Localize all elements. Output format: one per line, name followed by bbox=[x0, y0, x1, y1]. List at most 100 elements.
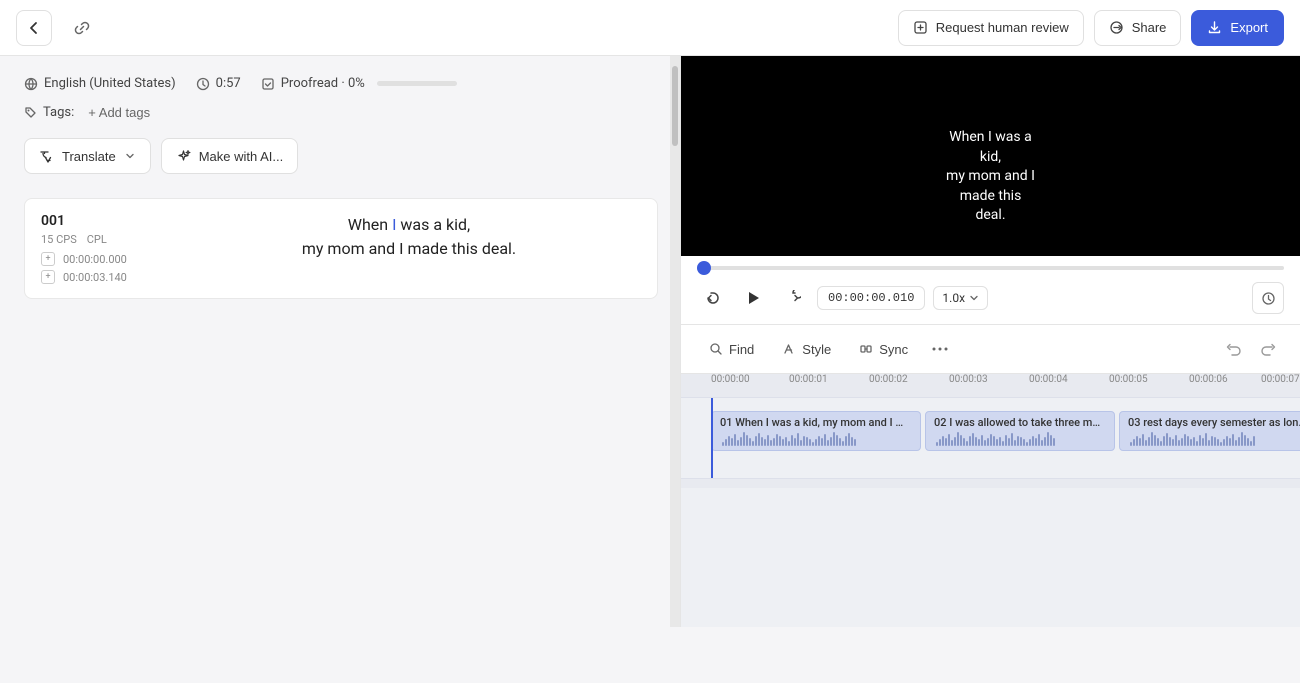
video-subtitle-line3: my mom and I bbox=[946, 168, 1035, 184]
tags-label: Tags: bbox=[24, 105, 74, 120]
subtitle-text-before: When bbox=[348, 215, 392, 234]
timeline-tracks: 01 When I was a kid, my mom and I made t… bbox=[681, 398, 1300, 478]
playback-controls: 00:00:00.010 1.0x bbox=[681, 276, 1300, 324]
timeline-scrollbar[interactable] bbox=[681, 478, 1300, 488]
redo-icon bbox=[1260, 341, 1276, 357]
main-container: English (United States) 0:57 Proofread ·… bbox=[0, 56, 1300, 627]
style-button[interactable]: Style bbox=[770, 336, 843, 363]
export-label: Export bbox=[1230, 20, 1268, 35]
sync-button[interactable]: Sync bbox=[847, 336, 920, 363]
metadata-section: English (United States) 0:57 Proofread ·… bbox=[0, 56, 680, 138]
translate-label: Translate bbox=[62, 149, 116, 164]
proofread-bar bbox=[377, 81, 457, 86]
subtitle-times: + 00:00:00.000 + 00:00:03.140 bbox=[41, 252, 161, 284]
subtitle-content[interactable]: When I was a kid, my mom and I made this… bbox=[177, 213, 641, 261]
tags-row: Tags: + Add tags bbox=[24, 103, 656, 122]
subtitle-number: 001 bbox=[41, 213, 161, 229]
ruler-mark-0: 00:00:00 bbox=[711, 374, 750, 385]
speed-chevron-icon bbox=[969, 293, 979, 303]
ruler-mark-1: 00:00:01 bbox=[789, 374, 828, 385]
ruler-mark-6: 00:00:06 bbox=[1189, 374, 1228, 385]
speed-selector[interactable]: 1.0x bbox=[933, 286, 988, 310]
start-time: 00:00:00.000 bbox=[63, 253, 127, 266]
clock-button[interactable] bbox=[1252, 282, 1284, 314]
end-time: 00:00:03.140 bbox=[63, 271, 127, 284]
subtitle-text[interactable]: When I was a kid, my mom and I made this… bbox=[177, 213, 641, 261]
ruler-mark-5: 00:00:05 bbox=[1109, 374, 1148, 385]
cps-label: 15 CPS bbox=[41, 233, 77, 246]
track-clip-3[interactable]: 03 rest days every semester as long as d… bbox=[1119, 411, 1300, 451]
share-button[interactable]: Share bbox=[1094, 10, 1182, 46]
make-ai-button[interactable]: Make with AI... bbox=[161, 138, 299, 174]
time-display: 00:00:00.010 bbox=[817, 286, 925, 310]
fast-forward-button[interactable] bbox=[777, 282, 809, 314]
ruler-mark-3: 00:00:03 bbox=[949, 374, 988, 385]
timeline-ruler: 00:00:00 00:00:01 00:00:02 00:00:03 00:0… bbox=[681, 374, 1300, 398]
end-time-row: + 00:00:03.140 bbox=[41, 270, 161, 284]
make-ai-label: Make with AI... bbox=[199, 149, 284, 164]
rewind-button[interactable] bbox=[697, 282, 729, 314]
undo-icon bbox=[1226, 341, 1242, 357]
subtitle-row: 001 15 CPS CPL + 00:00:00.000 + 00:00:03… bbox=[24, 198, 658, 299]
left-scrollbar[interactable] bbox=[670, 56, 680, 627]
undo-redo bbox=[1218, 333, 1284, 365]
redo-button[interactable] bbox=[1252, 333, 1284, 365]
right-panel: When I was a kid, my mom and I made this… bbox=[680, 56, 1300, 627]
subtitle-meta: 001 15 CPS CPL + 00:00:00.000 + 00:00:03… bbox=[41, 213, 161, 284]
style-label: Style bbox=[802, 342, 831, 357]
play-button[interactable] bbox=[737, 282, 769, 314]
clip-2-wave bbox=[934, 429, 1106, 446]
find-button[interactable]: Find bbox=[697, 336, 766, 363]
wave-bars-1 bbox=[720, 429, 912, 446]
track-clip-1[interactable]: 01 When I was a kid, my mom and I made t… bbox=[711, 411, 921, 451]
add-tags-button[interactable]: + Add tags bbox=[82, 103, 156, 122]
scrollbar-thumb bbox=[672, 66, 678, 146]
timeline-container[interactable]: 00:00:00 00:00:01 00:00:02 00:00:03 00:0… bbox=[681, 374, 1300, 627]
action-buttons: Translate Make with AI... bbox=[0, 138, 680, 194]
more-button[interactable] bbox=[924, 333, 956, 365]
language-label: English (United States) bbox=[44, 76, 176, 91]
search-icon bbox=[709, 342, 723, 356]
video-subtitle-line2: kid, bbox=[980, 149, 1001, 165]
find-label: Find bbox=[729, 342, 754, 357]
undo-button[interactable] bbox=[1218, 333, 1250, 365]
clip-3-label: 03 rest days every semester as long as d… bbox=[1128, 416, 1300, 429]
request-review-button[interactable]: Request human review bbox=[898, 10, 1084, 46]
clip-2-label: 02 I was allowed to take three mental he… bbox=[934, 416, 1106, 429]
sparkle-icon bbox=[176, 149, 191, 164]
clip-3-wave bbox=[1128, 429, 1300, 446]
progress-dot[interactable] bbox=[697, 261, 711, 275]
cpl-label: CPL bbox=[87, 233, 107, 246]
ruler-mark-2: 00:00:02 bbox=[869, 374, 908, 385]
track-clip-2[interactable]: 02 I was allowed to take three mental he… bbox=[925, 411, 1115, 451]
back-button[interactable] bbox=[16, 10, 52, 46]
subtitle-text-line2: my mom and I made this deal. bbox=[302, 239, 516, 258]
tool-bar: Find Style Sync bbox=[681, 324, 1300, 374]
add-end-button[interactable]: + bbox=[41, 270, 55, 284]
export-button[interactable]: Export bbox=[1191, 10, 1284, 46]
start-time-row: + 00:00:00.000 bbox=[41, 252, 161, 266]
ruler-labels: 00:00:00 00:00:01 00:00:02 00:00:03 00:0… bbox=[681, 374, 1300, 397]
video-subtitle-line5: deal. bbox=[975, 207, 1005, 223]
share-label: Share bbox=[1132, 20, 1167, 35]
meta-row: English (United States) 0:57 Proofread ·… bbox=[24, 76, 656, 91]
progress-bar-track[interactable] bbox=[697, 266, 1284, 270]
header: Request human review Share Export bbox=[0, 0, 1300, 56]
duration-label: 0:57 bbox=[216, 76, 241, 91]
timeline-track-1: 01 When I was a kid, my mom and I made t… bbox=[681, 406, 1300, 456]
link-button[interactable] bbox=[64, 10, 100, 46]
header-left bbox=[16, 10, 100, 46]
header-right: Request human review Share Export bbox=[898, 10, 1284, 46]
translate-button[interactable]: Translate bbox=[24, 138, 151, 174]
clip-1-wave bbox=[720, 429, 912, 446]
progress-area[interactable] bbox=[681, 256, 1300, 276]
sync-icon bbox=[859, 342, 873, 356]
add-start-button[interactable]: + bbox=[41, 252, 55, 266]
add-tags-label: + Add tags bbox=[88, 105, 150, 120]
ruler-mark-7: 00:00:07 bbox=[1261, 374, 1300, 385]
more-icon bbox=[932, 347, 948, 351]
video-container: When I was a kid, my mom and I made this… bbox=[681, 56, 1300, 256]
request-review-label: Request human review bbox=[936, 20, 1069, 35]
video-subtitle-line4: made this bbox=[960, 188, 1022, 204]
language-meta: English (United States) bbox=[24, 76, 176, 91]
